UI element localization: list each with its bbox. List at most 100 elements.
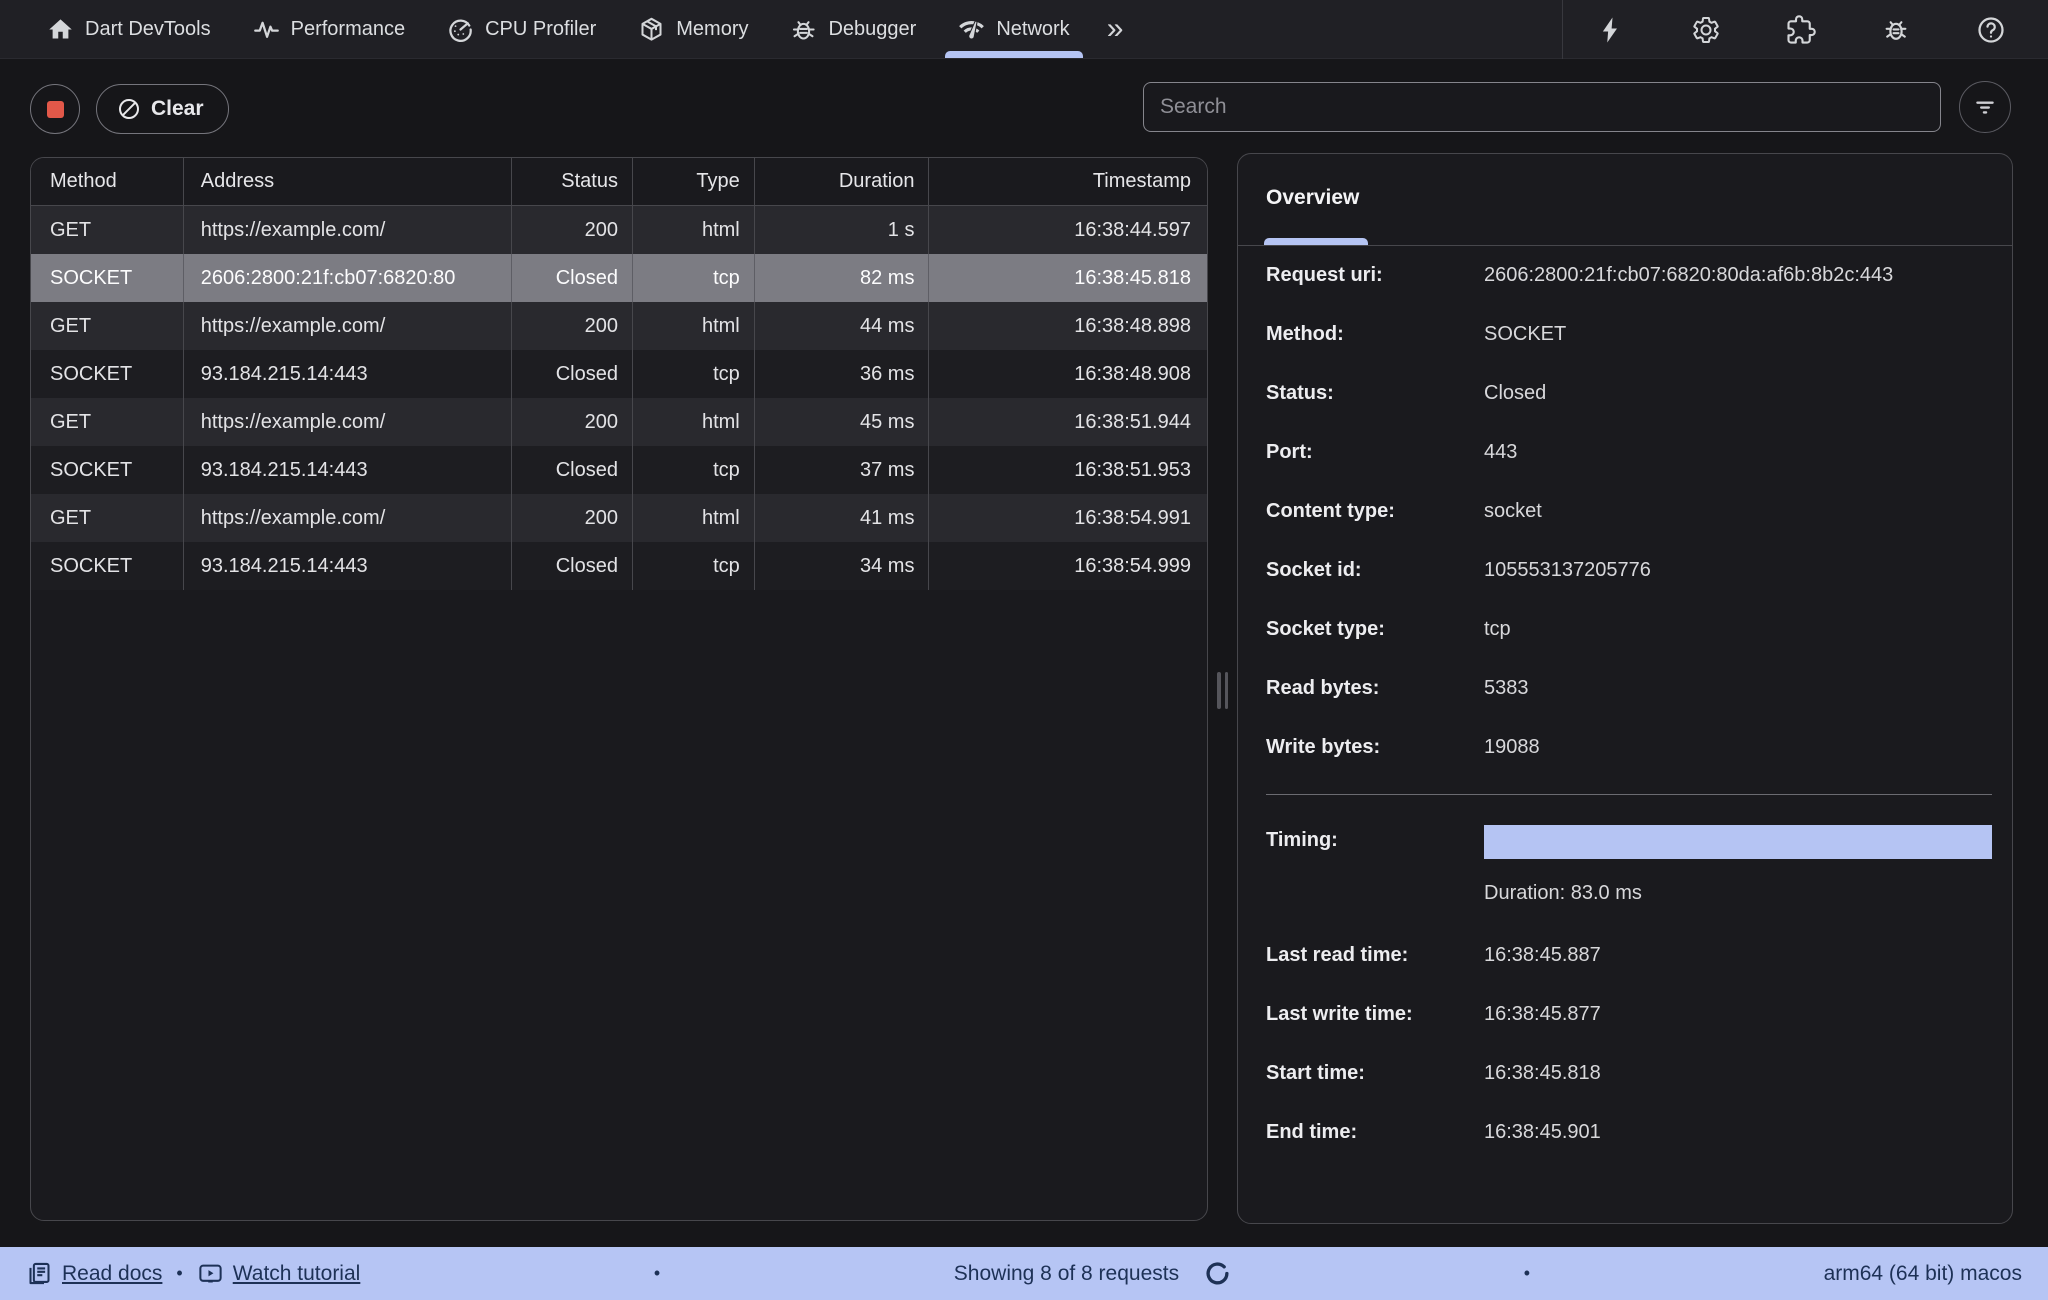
report-bug-button[interactable] [1848,0,1943,59]
panel-splitter-handle[interactable] [1217,672,1228,709]
field-value: 16:38:45.818 [1484,1062,1601,1084]
column-header-type[interactable]: Type [633,158,755,205]
cell-method: GET [31,302,184,350]
table-row[interactable]: SOCKET 93.184.215.14:443 Closed tcp 36 m… [31,350,1207,398]
stop-recording-button[interactable] [30,84,80,134]
field-label: Status: [1266,382,1334,404]
extensions-button[interactable] [1753,0,1848,59]
table-row[interactable]: GET https://example.com/ 200 html 41 ms … [31,494,1207,542]
field-label: Request uri: [1266,264,1383,286]
cell-timestamp: 16:38:51.953 [1074,458,1191,481]
cell-method: SOCKET [31,254,184,302]
help-button[interactable] [1943,0,2038,59]
field-value: 19088 [1484,736,1540,758]
table-row-selected[interactable]: SOCKET 2606:2800:21f:cb07:6820:80 Closed… [31,254,1207,302]
table-row[interactable]: GET https://example.com/ 200 html 45 ms … [31,398,1207,446]
search-input[interactable] [1143,82,1941,132]
field-value: SOCKET [1484,323,1567,345]
nav-item-debugger[interactable]: Debugger [769,0,937,58]
field-label: Port: [1266,441,1313,463]
cell-status: Closed [512,350,633,398]
table-row[interactable]: GET https://example.com/ 200 html 1 s 16… [31,206,1207,254]
field-last-read-time: Last read time: 16:38:45.887 [1266,938,1992,972]
field-content-type: Content type: socket [1266,494,1992,528]
nav-overflow-chevron[interactable]: » [1091,0,1140,58]
cell-status: 200 [512,302,633,350]
field-label: Socket type: [1266,618,1385,640]
nav-item-dart-devtools[interactable]: Dart DevTools [26,0,232,58]
filter-icon [1976,101,1994,114]
column-header-status[interactable]: Status [512,158,633,205]
cell-method: GET [31,398,184,446]
field-label: Method: [1266,323,1344,345]
loading-spinner-icon [1206,1262,1229,1285]
cell-status: Closed [512,542,633,590]
cell-status: 200 [512,494,633,542]
clear-button[interactable]: Clear [96,84,229,134]
cell-method: GET [31,206,184,254]
video-icon [199,1264,222,1283]
home-icon [49,18,72,38]
stop-square-icon [46,100,64,118]
separator-dot: • [653,1263,661,1283]
table-row[interactable]: SOCKET 93.184.215.14:443 Closed tcp 34 m… [31,542,1207,590]
table-row[interactable]: SOCKET 93.184.215.14:443 Closed tcp 37 m… [31,446,1207,494]
nav-label: Performance [290,17,406,40]
field-label: Content type: [1266,500,1395,522]
tab-overview[interactable]: Overview [1266,186,1359,210]
status-bar: Read docs • Watch tutorial • Showing 8 o… [0,1247,2048,1300]
nav-label: Dart DevTools [85,17,211,40]
cell-method: SOCKET [31,542,184,590]
field-label: Write bytes: [1266,736,1381,758]
field-value: 105553137205776 [1484,559,1651,581]
nav-item-network[interactable]: Network [937,0,1090,58]
settings-button[interactable] [1658,0,1753,59]
field-label: Socket id: [1266,559,1362,581]
cell-method: SOCKET [31,350,184,398]
column-header-timestamp[interactable]: Timestamp [929,158,1207,205]
table-row[interactable]: GET https://example.com/ 200 html 44 ms … [31,302,1207,350]
read-docs-link[interactable]: Read docs [26,1260,162,1287]
cell-address: https://example.com/ [184,398,513,446]
field-value: socket [1484,500,1542,522]
cell-address: https://example.com/ [184,206,513,254]
request-details-panel: Overview Request uri: 2606:2800:21f:cb07… [1237,153,2013,1224]
cell-status: 200 [512,398,633,446]
cell-type: tcp [633,254,755,302]
nav-action-group [1562,0,2038,59]
cell-address: 93.184.215.14:443 [184,446,513,494]
cell-timestamp: 16:38:45.818 [1074,266,1191,289]
watch-tutorial-link[interactable]: Watch tutorial [197,1260,360,1287]
report-bug-icon [1885,20,1906,40]
debugger-icon [793,20,816,40]
nav-label: CPU Profiler [485,17,597,40]
cell-duration: 45 ms [755,398,930,446]
field-status: Status: Closed [1266,376,1992,410]
cell-status: 200 [512,206,633,254]
field-read-bytes: Read bytes: 5383 [1266,671,1992,705]
column-header-method[interactable]: Method [31,158,184,205]
field-value: Closed [1484,382,1547,404]
nav-label: Debugger [828,17,917,40]
cell-status: Closed [512,254,633,302]
cell-duration: 1 s [755,206,930,254]
help-icon [1977,16,2004,43]
cell-duration: 82 ms [755,254,930,302]
nav-item-memory[interactable]: Memory [617,0,769,58]
clear-button-label: Clear [151,97,204,120]
column-header-address[interactable]: Address [184,158,513,205]
extensions-icon [1786,14,1816,44]
cell-type: tcp [633,446,755,494]
hot-reload-button[interactable] [1563,0,1658,59]
column-header-duration[interactable]: Duration [755,158,930,205]
nav-item-performance[interactable]: Performance [232,0,427,58]
cpu-profiler-icon [449,19,472,42]
field-value: 2606:2800:21f:cb07:6820:80da:af6b:8b2c:4… [1484,264,1894,286]
filter-button[interactable] [1959,81,2011,133]
cell-timestamp: 16:38:54.991 [1074,506,1191,529]
nav-item-cpu-profiler[interactable]: CPU Profiler [426,0,617,58]
separator-dot: • [176,1263,183,1283]
selected-tab-underline [945,51,1083,58]
field-timing: Timing: [1266,823,1992,859]
top-nav-bar: Dart DevTools Performance CPU Profiler M… [0,0,2048,59]
